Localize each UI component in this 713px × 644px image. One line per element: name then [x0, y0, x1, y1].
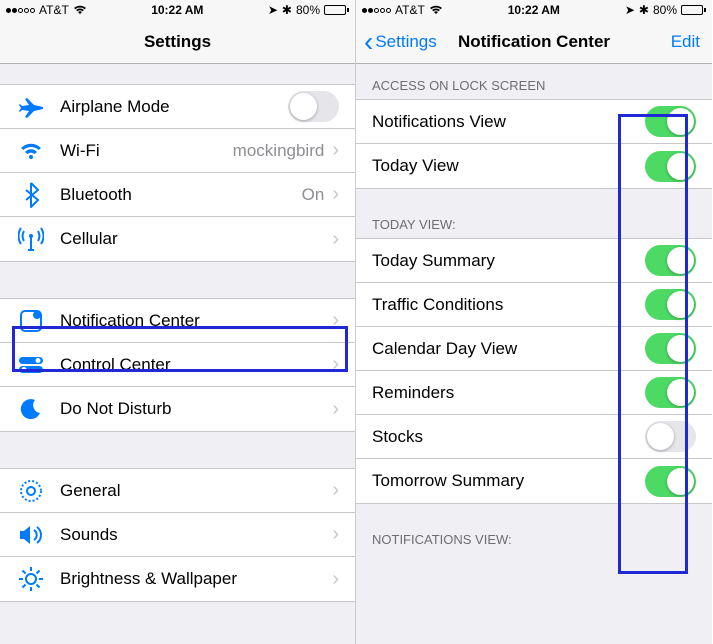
row-label: Reminders [372, 383, 645, 403]
section-header-access: ACCESS ON LOCK SCREEN [356, 64, 712, 99]
gear-icon [16, 476, 46, 506]
battery-pct: 80% [653, 3, 677, 17]
chevron-left-icon: ‹ [364, 28, 373, 56]
page-title: Notification Center [458, 32, 610, 52]
row-label: Today Summary [372, 251, 645, 271]
chevron-right-icon: › [332, 398, 339, 421]
battery-icon [681, 5, 706, 15]
notification-center-icon [16, 306, 46, 336]
row-label: Bluetooth [60, 185, 302, 205]
chevron-right-icon: › [332, 523, 339, 546]
chevron-right-icon: › [332, 479, 339, 502]
wifi-value: mockingbird [233, 141, 325, 161]
back-button[interactable]: ‹ Settings [364, 28, 437, 56]
airplane-icon [16, 92, 46, 122]
row-general[interactable]: General › [0, 469, 355, 513]
row-traffic[interactable]: Traffic Conditions [356, 283, 712, 327]
chevron-right-icon: › [332, 309, 339, 332]
row-label: Airplane Mode [60, 97, 288, 117]
row-today-summary[interactable]: Today Summary [356, 239, 712, 283]
back-label: Settings [375, 32, 436, 52]
carrier-label: AT&T [39, 3, 69, 17]
signal-dots-icon [362, 8, 391, 13]
bluetooth-icon [16, 180, 46, 210]
location-icon: ➤ [268, 3, 278, 17]
row-airplane-mode[interactable]: Airplane Mode [0, 85, 355, 129]
row-label: Notifications View [372, 112, 645, 132]
chevron-right-icon: › [332, 353, 339, 376]
row-label: Notification Center [60, 311, 332, 331]
settings-pane: AT&T 10:22 AM ➤ ✱ 80% Settings Airplane … [0, 0, 356, 644]
battery-icon [324, 5, 349, 15]
speaker-icon [16, 520, 46, 550]
battery-pct: 80% [296, 3, 320, 17]
row-tomorrow[interactable]: Tomorrow Summary [356, 459, 712, 503]
row-label: Calendar Day View [372, 339, 645, 359]
row-cellular[interactable]: Cellular › [0, 217, 355, 261]
row-label: General [60, 481, 332, 501]
bluetooth-status-icon: ✱ [639, 3, 649, 17]
traffic-toggle[interactable] [645, 289, 696, 320]
row-brightness[interactable]: Brightness & Wallpaper › [0, 557, 355, 601]
row-label: Tomorrow Summary [372, 471, 645, 491]
edit-button[interactable]: Edit [671, 32, 700, 52]
row-reminders[interactable]: Reminders [356, 371, 712, 415]
row-sounds[interactable]: Sounds › [0, 513, 355, 557]
location-icon: ➤ [625, 3, 635, 17]
control-center-icon [16, 350, 46, 380]
reminders-toggle[interactable] [645, 377, 696, 408]
row-label: Stocks [372, 427, 645, 447]
row-label: Wi-Fi [60, 141, 233, 161]
row-label: Traffic Conditions [372, 295, 645, 315]
cellular-icon [16, 224, 46, 254]
carrier-label: AT&T [395, 3, 425, 17]
row-bluetooth[interactable]: Bluetooth On › [0, 173, 355, 217]
nav-bar: ‹ Settings Notification Center Edit [356, 20, 712, 64]
status-bar: AT&T 10:22 AM ➤ ✱ 80% [0, 0, 355, 20]
tomorrow-toggle[interactable] [645, 466, 696, 497]
calendar-toggle[interactable] [645, 333, 696, 364]
section-header-notifications: NOTIFICATIONS VIEW: [356, 504, 712, 553]
signal-dots-icon [6, 8, 35, 13]
row-today-view[interactable]: Today View [356, 144, 712, 188]
today-summary-toggle[interactable] [645, 245, 696, 276]
row-wifi[interactable]: Wi-Fi mockingbird › [0, 129, 355, 173]
row-notification-center[interactable]: Notification Center › [0, 299, 355, 343]
status-time: 10:22 AM [508, 3, 560, 17]
bluetooth-status-icon: ✱ [282, 3, 292, 17]
row-do-not-disturb[interactable]: Do Not Disturb › [0, 387, 355, 431]
status-bar: AT&T 10:22 AM ➤ ✱ 80% [356, 0, 712, 20]
row-stocks[interactable]: Stocks [356, 415, 712, 459]
chevron-right-icon: › [332, 568, 339, 591]
status-time: 10:22 AM [151, 3, 203, 17]
wifi-icon [429, 5, 443, 15]
wifi-icon [16, 136, 46, 166]
chevron-right-icon: › [332, 139, 339, 162]
moon-icon [16, 394, 46, 424]
notification-center-pane: AT&T 10:22 AM ➤ ✱ 80% ‹ Settings Notific… [356, 0, 712, 644]
row-notifications-view[interactable]: Notifications View [356, 100, 712, 144]
today-view-toggle[interactable] [645, 151, 696, 182]
row-control-center[interactable]: Control Center › [0, 343, 355, 387]
wifi-icon [73, 5, 87, 15]
brightness-icon [16, 564, 46, 594]
row-label: Brightness & Wallpaper [60, 569, 332, 589]
chevron-right-icon: › [332, 183, 339, 206]
row-label: Cellular [60, 229, 332, 249]
notifications-view-toggle[interactable] [645, 106, 696, 137]
row-label: Today View [372, 156, 645, 176]
row-calendar[interactable]: Calendar Day View [356, 327, 712, 371]
page-title: Settings [144, 32, 211, 52]
row-label: Control Center [60, 355, 332, 375]
bluetooth-value: On [302, 185, 325, 205]
row-label: Do Not Disturb [60, 399, 332, 419]
airplane-toggle[interactable] [288, 91, 339, 122]
section-header-today: TODAY VIEW: [356, 189, 712, 238]
chevron-right-icon: › [332, 228, 339, 251]
row-label: Sounds [60, 525, 332, 545]
stocks-toggle[interactable] [645, 421, 696, 452]
nav-bar: Settings [0, 20, 355, 64]
